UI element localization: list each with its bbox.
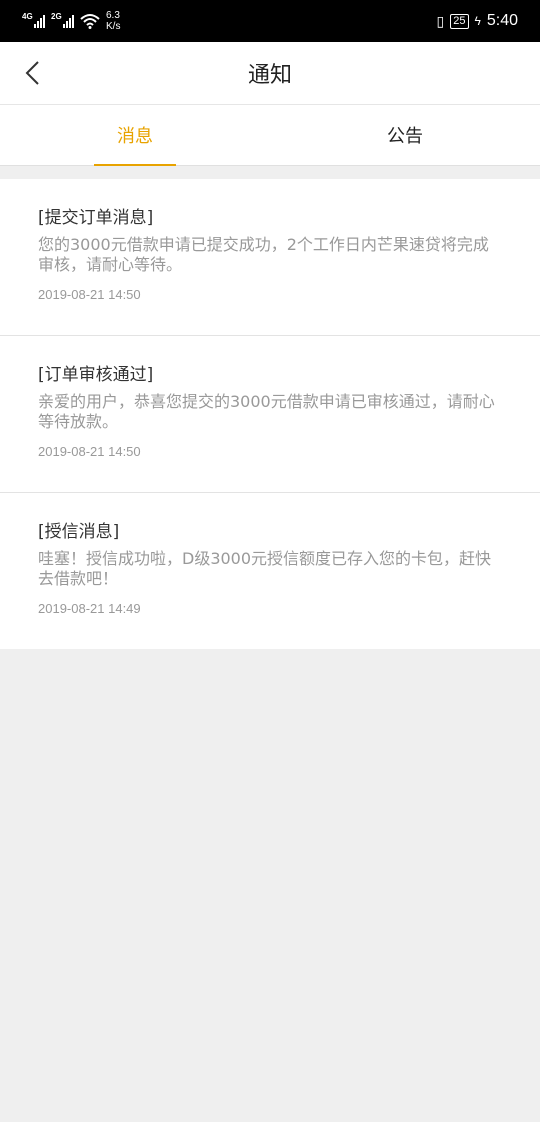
message-title: [授信消息] — [38, 522, 120, 542]
status-bar: 4G 2G 6.3 K/s ▯ 25 ϟ 5:40 — [0, 0, 540, 42]
battery-level: 25 — [450, 13, 469, 29]
message-time: 2019-08-21 14:50 — [38, 287, 141, 302]
message-body: 亲爱的用户，恭喜您提交的3000元借款申请已审核通过，请耐心等待放款。 — [38, 392, 495, 431]
signal-icon-2: 2G — [51, 12, 74, 28]
network-type-2: 2G — [51, 12, 62, 21]
message-list: [提交订单消息] 您的3000元借款申请已提交成功，2个工作日内芒果速贷将完成审… — [0, 179, 540, 649]
message-body: 您的3000元借款申请已提交成功，2个工作日内芒果速贷将完成审核，请耐心等待。 — [38, 235, 489, 274]
speed-value: 6.3 — [106, 10, 120, 21]
charging-icon: ϟ — [474, 14, 481, 28]
clock: 5:40 — [486, 12, 518, 29]
message-title: [订单审核通过] — [38, 365, 154, 385]
wifi-icon — [80, 14, 100, 29]
message-title: [提交订单消息] — [38, 208, 154, 228]
speed-unit: K/s — [106, 21, 121, 32]
vibrate-icon: ▯ — [436, 12, 445, 29]
signal-icon: 4G — [22, 12, 45, 28]
tab-announcements[interactable]: 公告 — [270, 105, 540, 165]
message-item[interactable]: [提交订单消息] 您的3000元借款申请已提交成功，2个工作日内芒果速贷将完成审… — [0, 179, 540, 336]
back-arrow-icon[interactable] — [22, 59, 44, 87]
tab-messages[interactable]: 消息 — [0, 105, 270, 165]
network-type-1: 4G — [22, 12, 33, 21]
message-body: 哇塞！授信成功啦，D级3000元授信额度已存入您的卡包，赶快去借款吧！ — [38, 549, 492, 588]
tab-bar: 消息 公告 — [0, 104, 540, 166]
message-item[interactable]: [授信消息] 哇塞！授信成功啦，D级3000元授信额度已存入您的卡包，赶快去借款… — [0, 493, 540, 649]
message-time: 2019-08-21 14:49 — [38, 601, 141, 616]
network-speed: 6.3 K/s — [106, 10, 120, 32]
message-time: 2019-08-21 14:50 — [38, 444, 141, 459]
page-title: 通知 — [247, 63, 292, 88]
title-bar: 通知 — [0, 42, 540, 104]
status-left: 4G 2G 6.3 K/s — [22, 10, 120, 32]
message-item[interactable]: [订单审核通过] 亲爱的用户，恭喜您提交的3000元借款申请已审核通过，请耐心等… — [0, 336, 540, 493]
status-right: ▯ 25 ϟ 5:40 — [437, 12, 518, 30]
